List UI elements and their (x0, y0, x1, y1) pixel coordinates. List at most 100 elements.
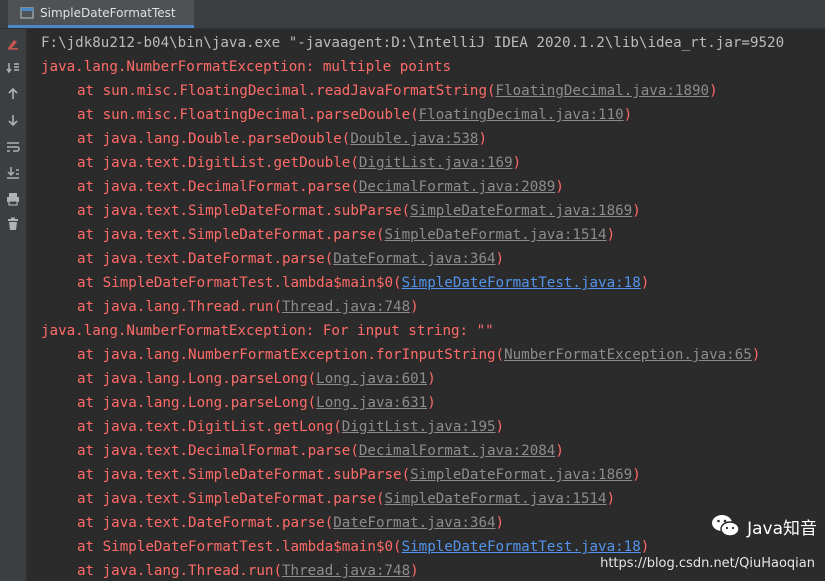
up-button[interactable] (3, 84, 23, 104)
soft-wrap-icon (7, 142, 20, 152)
stack-frame-method: at java.lang.Thread.run( (77, 299, 282, 315)
stack-frame-line: at java.text.SimpleDateFormat.subParse(S… (41, 199, 641, 223)
source-location-link[interactable]: Thread.java:748 (282, 563, 410, 579)
source-location-link[interactable]: Long.java:601 (316, 371, 427, 387)
exception-line: java.lang.NumberFormatException: multipl… (41, 59, 451, 75)
stack-frame-close-paren: ) (640, 275, 650, 291)
print-icon (7, 193, 19, 206)
trash-icon (8, 217, 18, 230)
stack-frame-line: at java.text.SimpleDateFormat.subParse(S… (41, 463, 641, 487)
stack-frame-close-paren: ) (555, 179, 564, 195)
watermark: Java知音 (711, 513, 817, 539)
stack-frame-close-paren: ) (632, 467, 641, 483)
source-location-link[interactable]: Thread.java:748 (282, 299, 410, 315)
stack-frame-line: at java.text.DateFormat.parse(DateFormat… (41, 511, 504, 535)
stack-frame-line: at java.text.DigitList.getDouble(DigitLi… (41, 151, 521, 175)
run-config-icon (20, 6, 34, 19)
stack-frame-method: at java.lang.Long.parseLong( (77, 371, 317, 387)
scroll-to-bottom-button[interactable] (3, 163, 23, 183)
stack-frame-method: at java.text.DecimalFormat.parse( (77, 179, 359, 195)
stack-frame-line: at java.text.SimpleDateFormat.parse(Simp… (41, 487, 615, 511)
source-location-link[interactable]: DateFormat.java:364 (333, 251, 495, 267)
source-location-link[interactable]: SimpleDateFormat.java:1514 (385, 491, 607, 507)
stack-frame-close-paren: ) (751, 347, 761, 363)
source-location-link[interactable]: Long.java:631 (316, 395, 427, 411)
stack-frame-close-paren: ) (410, 563, 419, 579)
stack-frame-line: at java.lang.Thread.run(Thread.java:748) (41, 559, 419, 581)
stack-frame-line: at java.text.DecimalFormat.parse(Decimal… (41, 439, 564, 463)
stack-frame-method: at java.text.DateFormat.parse( (77, 515, 334, 531)
editor-tab-bar: SimpleDateFormatTest (0, 0, 825, 29)
console-toolbar (0, 29, 27, 581)
stack-frame-method: at java.text.DateFormat.parse( (77, 251, 334, 267)
stack-frame-close-paren: ) (495, 515, 505, 531)
stack-frame-method: at java.text.DigitList.getLong( (77, 419, 342, 435)
stack-frame-method: at java.text.SimpleDateFormat.parse( (77, 491, 385, 507)
clear-all-button[interactable] (3, 214, 23, 234)
stack-frame-method: at java.lang.Long.parseLong( (77, 395, 317, 411)
stack-frame-line: at SimpleDateFormatTest.lambda$main$0(Si… (41, 535, 649, 559)
stack-frame-method: at sun.misc.FloatingDecimal.parseDouble( (77, 107, 419, 123)
stack-frame-method: at java.text.SimpleDateFormat.parse( (77, 227, 385, 243)
rerun-icon (8, 40, 18, 50)
stack-frame-line: at sun.misc.FloatingDecimal.readJavaForm… (41, 79, 718, 103)
stack-frame-close-paren: ) (606, 227, 616, 243)
source-location-link[interactable]: DigitList.java:195 (342, 419, 496, 435)
stack-frame-line: at java.text.DigitList.getLong(DigitList… (41, 415, 504, 439)
source-location-link[interactable]: SimpleDateFormatTest.java:18 (402, 275, 641, 291)
source-location-link[interactable]: DigitList.java:169 (359, 155, 513, 171)
source-location-link[interactable]: SimpleDateFormat.java:1869 (410, 467, 632, 483)
exception-line: java.lang.NumberFormatException: For inp… (41, 323, 494, 339)
down-arrow-icon (8, 115, 18, 127)
stack-frame-method: at java.lang.Double.parseDouble( (77, 131, 351, 147)
source-location-link[interactable]: NumberFormatException.java:65 (504, 347, 752, 363)
stack-frame-method: at SimpleDateFormatTest.lambda$main$0( (77, 275, 402, 291)
run-tab-label: SimpleDateFormatTest (40, 5, 176, 20)
source-location-link[interactable]: FloatingDecimal.java:110 (419, 107, 624, 123)
stack-frame-line: at java.lang.Long.parseLong(Long.java:60… (41, 367, 436, 391)
wechat-icon (712, 515, 740, 537)
stack-frame-method: at java.text.DigitList.getDouble( (77, 155, 359, 171)
print-button[interactable] (3, 189, 23, 209)
stack-frame-close-paren: ) (623, 107, 633, 123)
stack-frame-close-paren: ) (640, 539, 650, 555)
up-arrow-icon (8, 87, 18, 99)
stack-frame-line: at java.lang.NumberFormatException.forIn… (41, 343, 760, 367)
source-location-link[interactable]: DecimalFormat.java:2084 (359, 443, 555, 459)
command-line: F:\jdk8u212-b04\bin\java.exe "-javaagent… (41, 35, 785, 51)
stack-frame-close-paren: ) (495, 251, 505, 267)
stack-frame-close-paren: ) (495, 419, 505, 435)
scroll-to-end-icon (6, 63, 19, 74)
stack-frame-close-paren: ) (410, 299, 419, 315)
stack-frame-line: at java.text.SimpleDateFormat.parse(Simp… (41, 223, 615, 247)
rerun-button[interactable] (3, 33, 23, 53)
stack-frame-method: at sun.misc.FloatingDecimal.readJavaForm… (77, 83, 496, 99)
stack-frame-line: at java.lang.Double.parseDouble(Double.j… (41, 127, 487, 151)
watermark-url: https://blog.csdn.net/QiuHaoqian (600, 556, 815, 571)
source-location-link[interactable]: DecimalFormat.java:2089 (359, 179, 555, 195)
stack-frame-method: at java.text.SimpleDateFormat.subParse( (77, 203, 411, 219)
stack-frame-close-paren: ) (427, 371, 436, 387)
stack-frame-close-paren: ) (709, 83, 718, 99)
stack-frame-close-paren: ) (555, 443, 564, 459)
scroll-to-end-button[interactable] (3, 58, 23, 78)
stack-frame-method: at java.lang.Thread.run( (77, 563, 282, 579)
source-location-link[interactable]: DateFormat.java:364 (333, 515, 495, 531)
source-location-link[interactable]: Double.java:538 (350, 131, 478, 147)
stack-frame-close-paren: ) (478, 131, 488, 147)
stack-frame-line: at java.lang.Long.parseLong(Long.java:63… (41, 391, 436, 415)
stack-frame-method: at SimpleDateFormatTest.lambda$main$0( (77, 539, 402, 555)
stack-frame-line: at java.lang.Thread.run(Thread.java:748) (41, 295, 419, 319)
stack-frame-close-paren: ) (427, 395, 436, 411)
run-tab[interactable]: SimpleDateFormatTest (8, 0, 194, 28)
stack-frame-line: at java.text.DateFormat.parse(DateFormat… (41, 247, 504, 271)
source-location-link[interactable]: SimpleDateFormat.java:1869 (410, 203, 632, 219)
source-location-link[interactable]: FloatingDecimal.java:1890 (496, 83, 710, 99)
stack-frame-line: at sun.misc.FloatingDecimal.parseDouble(… (41, 103, 632, 127)
soft-wrap-button[interactable] (3, 137, 23, 157)
stack-frame-method: at java.text.DecimalFormat.parse( (77, 443, 359, 459)
down-button[interactable] (3, 110, 23, 130)
source-location-link[interactable]: SimpleDateFormatTest.java:18 (402, 539, 641, 555)
source-location-link[interactable]: SimpleDateFormat.java:1514 (385, 227, 607, 243)
console-output[interactable]: F:\jdk8u212-b04\bin\java.exe "-javaagent… (27, 29, 825, 581)
